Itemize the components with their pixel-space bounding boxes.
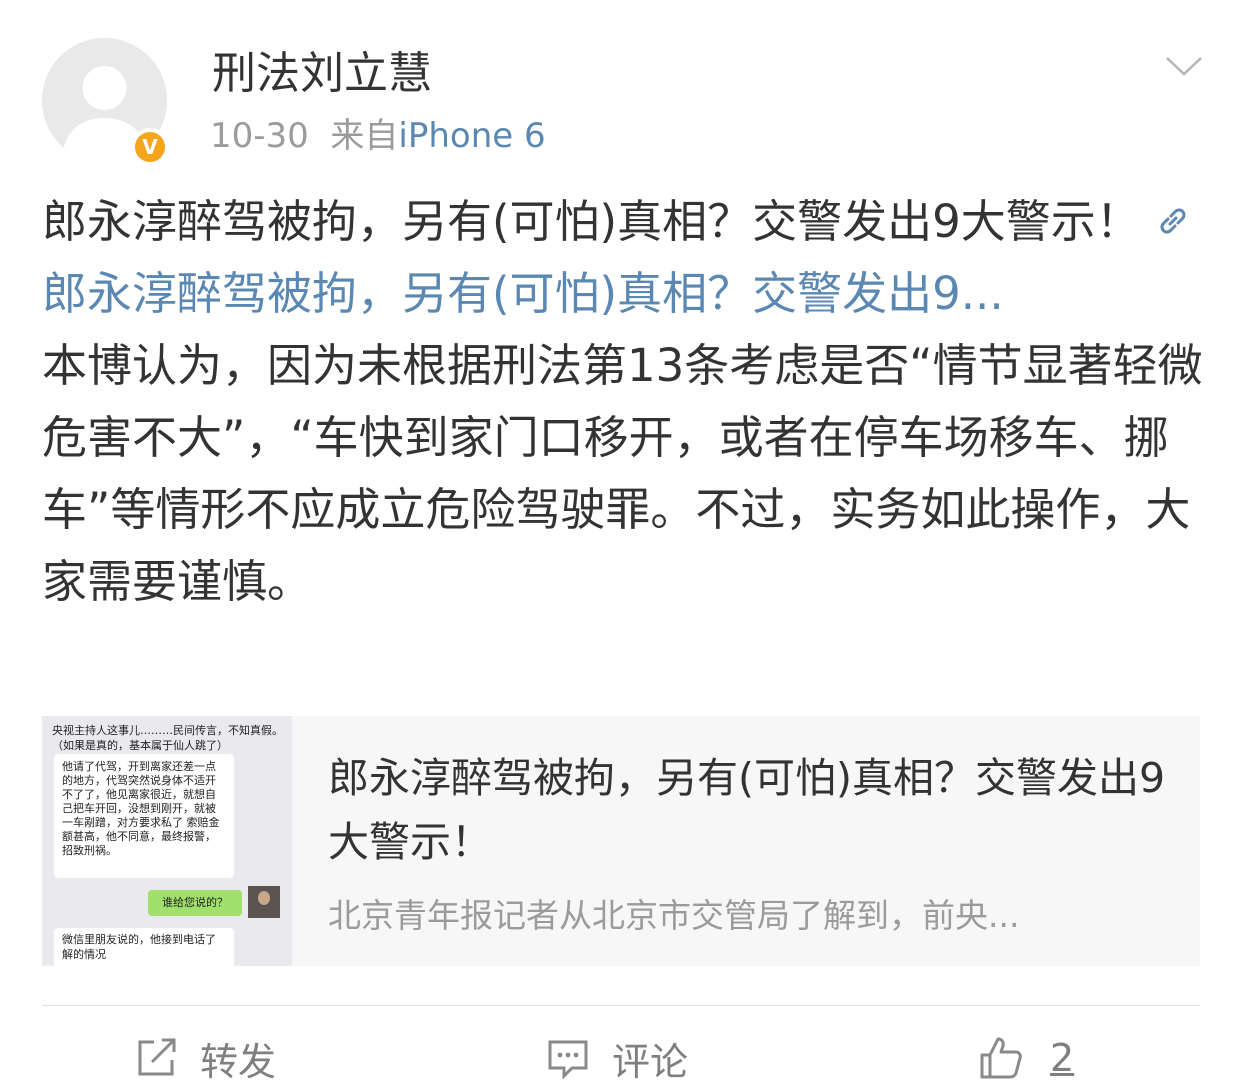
repost-label: 转发 xyxy=(200,1039,277,1084)
post-content: 郎永淳醉驾被拘，另有(可怕)真相？交警发出9大警示！ 郎永淳醉驾被拘，另有(可怕… xyxy=(42,186,1204,618)
source-prefix: 来自 xyxy=(330,116,399,156)
post-meta: 10-30 来自iPhone 6 xyxy=(210,112,546,160)
post-text: 郎永淳醉驾被拘，另有(可怕)真相？交警发出9大警示！ 郎永淳醉驾被拘，另有(可怕… xyxy=(42,186,1204,330)
post-link-text[interactable]: 郎永淳醉驾被拘，另有(可怕)真相？交警发出9... xyxy=(42,267,1004,320)
repost-button[interactable]: 转发 xyxy=(134,1030,276,1086)
divider xyxy=(42,1005,1200,1006)
thumb-line-1: 央视主持人这事儿………民间传言，不知真假。 xyxy=(52,724,283,737)
like-count: 2 xyxy=(1050,1036,1075,1080)
thumb-line-2: （如果是真的，基本属于仙人跳了） xyxy=(52,739,228,752)
post-date: 10-30 xyxy=(210,116,309,156)
comment-button[interactable]: 评论 xyxy=(546,1030,688,1086)
like-icon xyxy=(980,1037,1022,1079)
like-button[interactable]: 2 xyxy=(978,1030,1074,1086)
username[interactable]: 刑法刘立慧 xyxy=(212,44,432,104)
card-description: 北京青年报记者从北京市交管局了解到，前央... xyxy=(328,896,1020,935)
comment-label: 评论 xyxy=(612,1039,689,1084)
chevron-down-icon[interactable] xyxy=(1164,52,1204,80)
device-source[interactable]: iPhone 6 xyxy=(398,116,545,156)
link-icon xyxy=(1160,208,1186,234)
link-card[interactable]: 央视主持人这事儿………民间传言，不知真假。 （如果是真的，基本属于仙人跳了） 他… xyxy=(42,716,1200,966)
repost-icon xyxy=(138,1038,176,1076)
comment-icon xyxy=(548,1040,588,1080)
verified-icon: V xyxy=(131,128,169,166)
thumb-chat-bubble-2: 谁给您说的？ xyxy=(148,890,242,916)
post-body: 本博认为，因为未根据刑法第13条考虑是否“情节显著轻微危害不大”，“车快到家门口… xyxy=(42,339,1203,608)
post-title-text: 郎永淳醉驾被拘，另有(可怕)真相？交警发出9大警示！ xyxy=(42,195,1141,248)
thumb-chat-bubble-1: 他请了代驾，开到离家还差一点的地方，代驾突然说身体不适开不了了，他见离家很近，就… xyxy=(54,754,234,878)
thumb-avatar xyxy=(248,886,280,918)
thumb-chat-bubble-3: 微信里朋友说的，他接到电话了解的情况 xyxy=(54,928,234,966)
card-thumbnail: 央视主持人这事儿………民间传言，不知真假。 （如果是真的，基本属于仙人跳了） 他… xyxy=(42,716,292,966)
card-title: 郎永淳醉驾被拘，另有(可怕)真相？交警发出9大警示！ xyxy=(328,754,1166,866)
